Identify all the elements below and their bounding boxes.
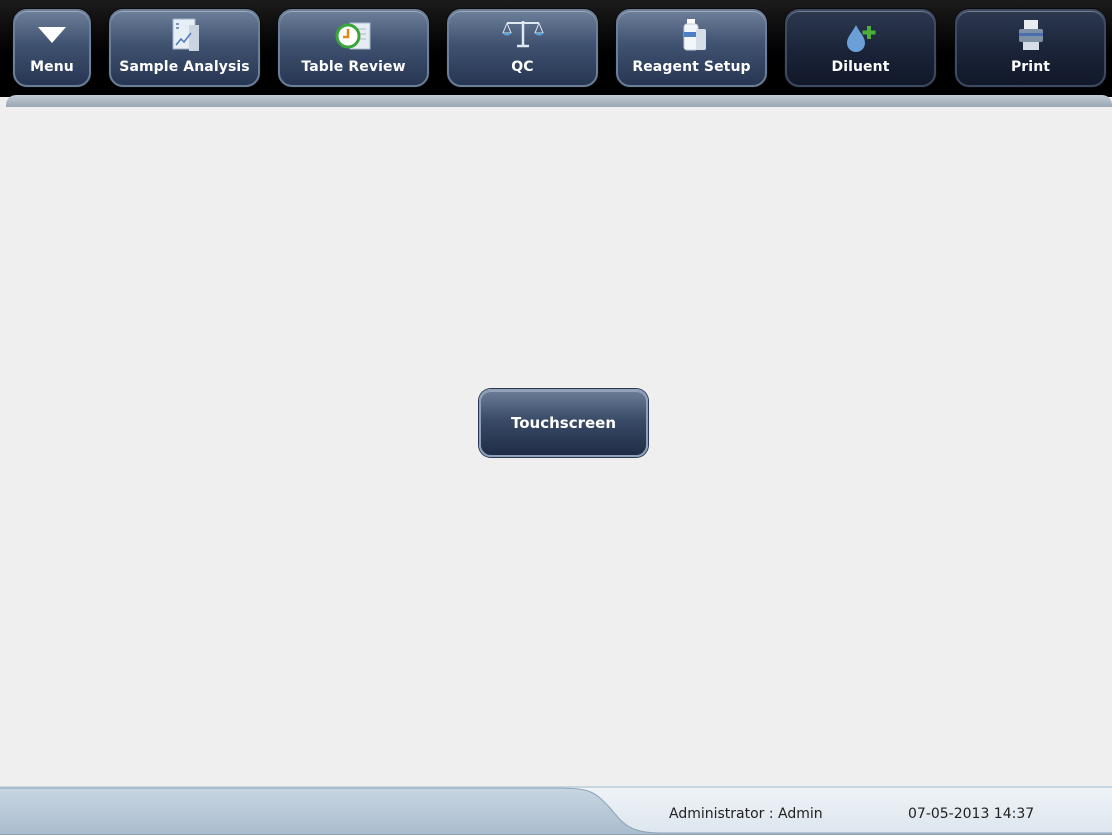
chart-document-icon (172, 18, 199, 51)
reagent-setup-button[interactable]: Reagent Setup (616, 9, 767, 87)
menu-button-label: Menu (30, 59, 74, 75)
content-tab-strip (6, 95, 1112, 107)
touchscreen-button[interactable]: Touchscreen (479, 389, 648, 457)
drop-plus-icon (846, 25, 875, 52)
clock-document-icon (335, 22, 370, 50)
printer-icon (1018, 20, 1043, 50)
triangle-down-icon (38, 27, 66, 43)
print-label: Print (1010, 59, 1051, 75)
qc-button[interactable]: QC (447, 9, 598, 87)
diluent-button[interactable]: Diluent (785, 9, 936, 87)
top-toolbar: Menu Sample Analysis Table Review QC Rea… (0, 0, 1112, 97)
diluent-label: Diluent (831, 59, 890, 75)
balance-scale-icon (501, 21, 544, 48)
menu-button[interactable]: Menu (13, 9, 91, 87)
table-review-button[interactable]: Table Review (278, 9, 429, 87)
sample-analysis-button[interactable]: Sample Analysis (109, 9, 260, 87)
user-status: Administrator : Admin (669, 806, 823, 822)
reagent-setup-label: Reagent Setup (632, 59, 751, 75)
datetime-status: 07-05-2013 14:37 (908, 806, 1035, 822)
reagent-bottle-icon (683, 19, 706, 51)
status-bar: Administrator : Admin 07-05-2013 14:37 (0, 786, 1112, 835)
print-button[interactable]: Print (955, 9, 1106, 87)
sample-analysis-label: Sample Analysis (119, 59, 250, 75)
table-review-label: Table Review (301, 59, 406, 75)
qc-label: QC (511, 59, 534, 75)
touchscreen-label: Touchscreen (510, 414, 617, 432)
